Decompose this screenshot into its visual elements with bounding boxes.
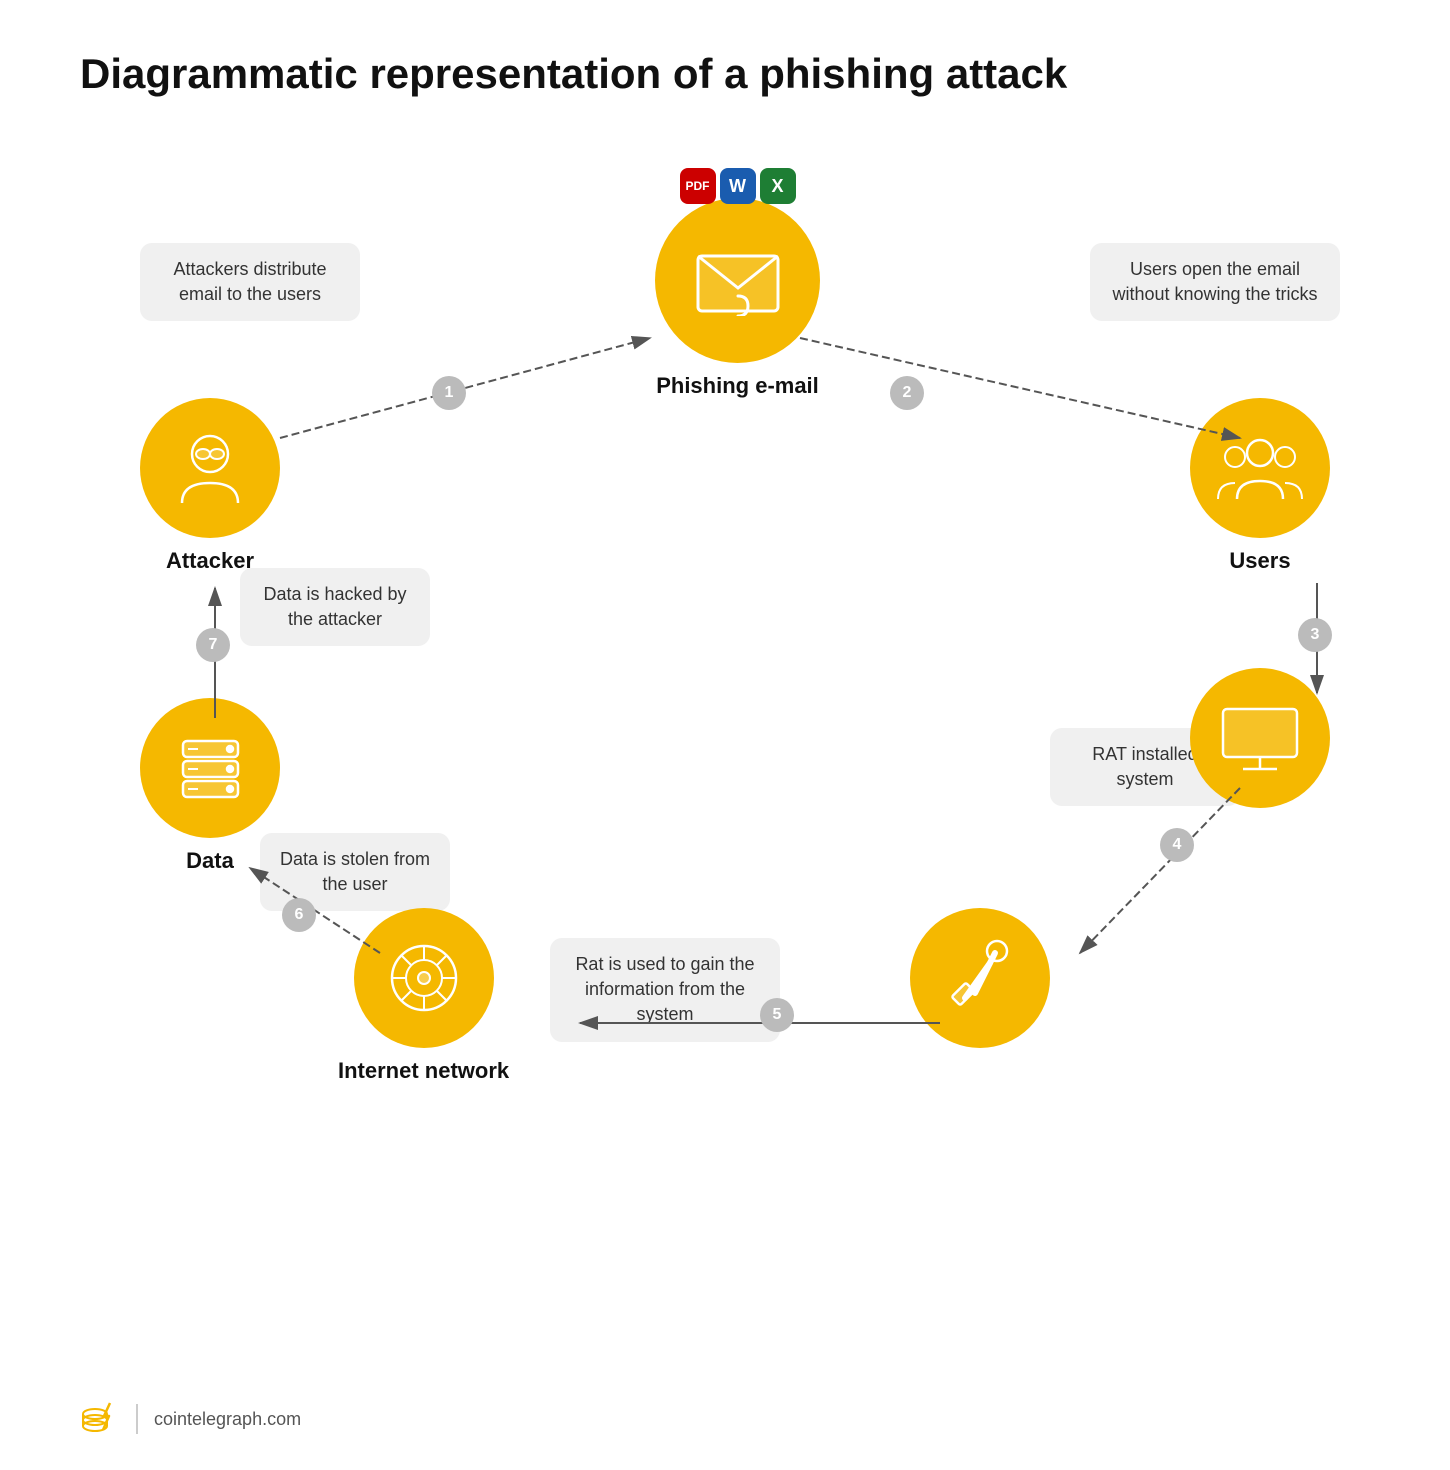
word-icon: W bbox=[720, 168, 756, 204]
pdf-icon: PDF bbox=[680, 168, 716, 204]
data-circle bbox=[140, 698, 280, 838]
footer: cointelegraph.com bbox=[80, 1398, 301, 1440]
envelope-icon bbox=[693, 246, 783, 316]
step-6: 6 bbox=[282, 898, 316, 932]
users-label: Users bbox=[1229, 548, 1290, 574]
tooltip-step2: Users open the email without knowing the… bbox=[1090, 243, 1340, 321]
attacker-circle bbox=[140, 398, 280, 538]
email-circle: PDF W X bbox=[655, 198, 820, 363]
attacker-label: Attacker bbox=[166, 548, 254, 574]
node-attacker: Attacker bbox=[140, 398, 280, 574]
node-data: Data bbox=[140, 698, 280, 874]
step-4: 4 bbox=[1160, 828, 1194, 862]
computer-icon bbox=[1215, 701, 1305, 776]
rat-circle bbox=[910, 908, 1050, 1048]
data-label: Data bbox=[186, 848, 234, 874]
app-icons: PDF W X bbox=[680, 168, 796, 204]
tooltip-step6: Data is stolen from the user bbox=[260, 833, 450, 911]
step-3: 3 bbox=[1298, 618, 1332, 652]
footer-site: cointelegraph.com bbox=[154, 1409, 301, 1430]
step-1: 1 bbox=[432, 376, 466, 410]
diagram-area: Attackers distribute email to the users … bbox=[80, 138, 1370, 1388]
page: Diagrammatic representation of a phishin… bbox=[0, 0, 1450, 1470]
network-label: Internet network bbox=[338, 1058, 509, 1084]
email-label: Phishing e-mail bbox=[656, 373, 819, 399]
computer-circle bbox=[1190, 668, 1330, 808]
footer-divider bbox=[136, 1404, 138, 1434]
footer-logo-icon bbox=[80, 1398, 120, 1440]
network-icon bbox=[379, 933, 469, 1023]
step-2: 2 bbox=[890, 376, 924, 410]
node-network: Internet network bbox=[338, 908, 509, 1084]
node-email: PDF W X Phishing e-mail bbox=[655, 198, 820, 399]
cointelegraph-logo-icon bbox=[80, 1398, 120, 1433]
network-circle bbox=[354, 908, 494, 1048]
tooltip-step7: Data is hacked by the attacker bbox=[240, 568, 430, 646]
data-icon bbox=[168, 726, 253, 811]
step-7: 7 bbox=[196, 628, 230, 662]
node-rat bbox=[910, 908, 1050, 1048]
node-computer bbox=[1190, 668, 1330, 808]
tools-icon bbox=[935, 933, 1025, 1023]
page-title: Diagrammatic representation of a phishin… bbox=[80, 50, 1370, 98]
tooltip-step1: Attackers distribute email to the users bbox=[140, 243, 360, 321]
node-users: Users bbox=[1190, 398, 1330, 574]
tooltip-step5: Rat is used to gain the information from… bbox=[550, 938, 780, 1042]
users-circle bbox=[1190, 398, 1330, 538]
attacker-icon bbox=[170, 428, 250, 508]
users-icon bbox=[1215, 431, 1305, 506]
excel-icon: X bbox=[760, 168, 796, 204]
step-5: 5 bbox=[760, 998, 794, 1032]
